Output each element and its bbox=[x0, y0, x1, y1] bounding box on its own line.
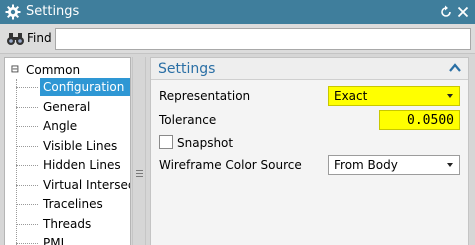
tree-item-visible-lines[interactable]: Visible Lines bbox=[5, 136, 130, 156]
wireframe-color-source-label: Wireframe Color Source bbox=[159, 158, 302, 172]
tree-item-label: PMI bbox=[43, 236, 65, 245]
gear-icon bbox=[5, 4, 21, 20]
snapshot-label: Snapshot bbox=[177, 136, 234, 150]
dropdown-arrow-icon bbox=[447, 163, 453, 167]
tree-item-label: Angle bbox=[43, 119, 78, 133]
snapshot-checkbox[interactable] bbox=[159, 135, 173, 149]
tree-item-label: Configuration bbox=[40, 78, 130, 96]
tree-item-tracelines[interactable]: Tracelines bbox=[5, 194, 130, 214]
tree-item-label: Tracelines bbox=[43, 197, 103, 211]
reset-icon[interactable] bbox=[438, 4, 454, 20]
dropdown-arrow-icon bbox=[447, 94, 453, 98]
wireframe-color-source-dropdown[interactable]: From Body bbox=[328, 155, 460, 175]
binoculars-icon bbox=[7, 33, 24, 45]
tree-root-label: Common bbox=[26, 63, 81, 77]
close-icon[interactable] bbox=[455, 4, 471, 20]
tree-item-label: General bbox=[43, 99, 91, 114]
tree-item-configuration[interactable]: Configuration bbox=[5, 77, 130, 97]
settings-panel: Settings Representation Exact Tolerance … bbox=[150, 57, 469, 245]
window-title: Settings bbox=[26, 4, 80, 19]
chevron-up-icon[interactable] bbox=[447, 60, 463, 76]
find-bar: Find bbox=[0, 24, 475, 54]
tree-item-pmi[interactable]: PMI bbox=[5, 233, 130, 245]
collapse-icon[interactable]: ⊟ bbox=[11, 62, 19, 78]
tree-item-label: Virtual Intersections bbox=[43, 177, 130, 192]
pane-splitter[interactable] bbox=[132, 57, 146, 245]
representation-label: Representation bbox=[159, 89, 251, 103]
wireframe-color-source-value: From Body bbox=[334, 158, 398, 172]
tree-item-label: Visible Lines bbox=[43, 138, 118, 153]
tree-item-angle[interactable]: Angle bbox=[5, 116, 130, 136]
tree-item-label: Threads bbox=[43, 216, 92, 231]
tolerance-input[interactable] bbox=[379, 110, 460, 130]
tree-item-virtual-intersections[interactable]: Virtual Intersections bbox=[5, 175, 130, 195]
title-bar: Settings bbox=[0, 0, 475, 24]
representation-value: Exact bbox=[334, 89, 368, 103]
tolerance-label: Tolerance bbox=[159, 113, 217, 127]
settings-tree[interactable]: ⊟ Common Configuration General Angle Vis… bbox=[4, 57, 131, 245]
find-input[interactable] bbox=[55, 28, 471, 50]
splitter-grip-icon bbox=[136, 170, 143, 179]
representation-dropdown[interactable]: Exact bbox=[328, 86, 460, 106]
tree-item-threads[interactable]: Threads bbox=[5, 214, 130, 234]
panel-header[interactable]: Settings bbox=[151, 58, 468, 80]
tree-item-general[interactable]: General bbox=[5, 97, 130, 117]
tree-item-hidden-lines[interactable]: Hidden Lines bbox=[5, 155, 130, 175]
find-label: Find bbox=[27, 31, 52, 45]
panel-title: Settings bbox=[158, 61, 216, 77]
tree-item-label: Hidden Lines bbox=[43, 158, 121, 172]
tree-children: Configuration General Angle Visible Line… bbox=[5, 77, 130, 245]
